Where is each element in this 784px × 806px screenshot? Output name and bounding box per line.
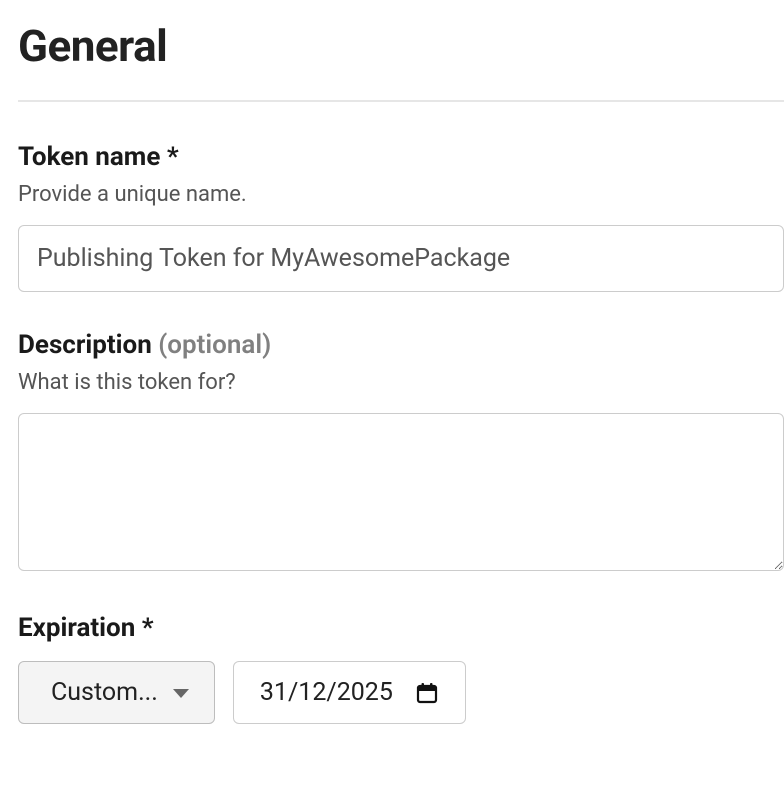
- token-name-help: Provide a unique name.: [18, 182, 784, 207]
- section-title: General: [18, 20, 784, 72]
- expiration-controls: Custom... 31/12/2025: [18, 661, 784, 724]
- description-help: What is this token for?: [18, 370, 784, 395]
- description-field: Description (optional) What is this toke…: [18, 330, 784, 575]
- token-name-label: Token name *: [18, 142, 784, 172]
- chevron-down-icon: [172, 687, 190, 699]
- expiration-date-value: 31/12/2025: [260, 680, 393, 705]
- section-divider: [18, 100, 784, 102]
- expiration-select[interactable]: Custom...: [18, 661, 215, 724]
- expiration-label: Expiration *: [18, 613, 784, 643]
- expiration-date-input[interactable]: 31/12/2025: [233, 661, 466, 724]
- description-label: Description (optional): [18, 330, 784, 360]
- token-name-input[interactable]: [18, 225, 784, 292]
- expiration-field: Expiration * Custom... 31/12/2025: [18, 613, 784, 724]
- description-label-text: Description: [18, 330, 158, 360]
- expiration-select-label: Custom...: [51, 680, 158, 705]
- calendar-icon: [415, 681, 439, 705]
- token-name-field: Token name * Provide a unique name.: [18, 142, 784, 292]
- description-input[interactable]: [18, 413, 784, 571]
- description-optional: (optional): [158, 330, 271, 360]
